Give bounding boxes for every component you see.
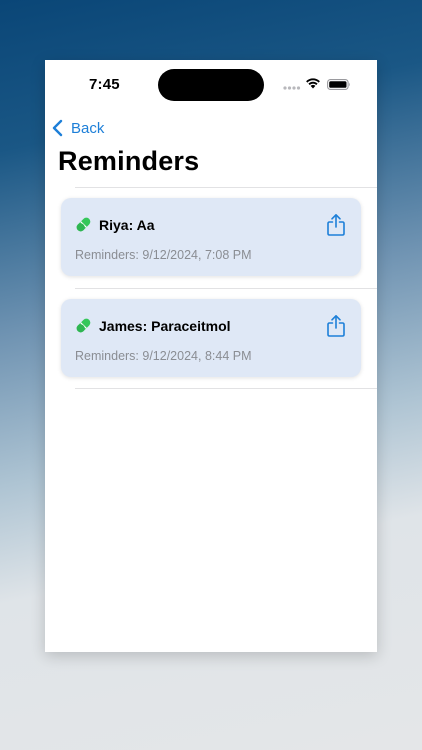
back-button[interactable]: Back <box>51 114 104 142</box>
status-time: 7:45 <box>89 76 120 93</box>
back-label: Back <box>71 119 105 137</box>
share-icon[interactable] <box>325 213 347 237</box>
chevron-left-icon <box>52 119 63 137</box>
wifi-icon <box>306 78 320 89</box>
reminder-card[interactable]: Riya: Aa Reminders: 9/12/2024, 7:08 PM <box>61 198 361 276</box>
list-separator <box>75 288 377 289</box>
pill-icon <box>76 217 91 232</box>
pill-icon <box>76 318 91 333</box>
reminder-title: Riya: Aa <box>99 217 155 233</box>
battery-icon <box>327 79 350 90</box>
share-icon[interactable] <box>325 314 347 338</box>
reminder-title: James: Paraceitmol <box>99 318 231 334</box>
page-title: Reminders <box>58 146 200 176</box>
cellular-signal-icon <box>283 86 301 90</box>
reminder-card[interactable]: James: Paraceitmol Reminders: 9/12/2024,… <box>61 299 361 377</box>
dynamic-island <box>158 69 264 101</box>
reminder-timestamp: Reminders: 9/12/2024, 7:08 PM <box>75 248 252 262</box>
list-separator <box>75 388 377 389</box>
phone-screen: 7:45 Back Reminders Riya: Aa Reminders: … <box>45 60 377 652</box>
list-separator <box>75 187 377 188</box>
reminder-timestamp: Reminders: 9/12/2024, 8:44 PM <box>75 349 252 363</box>
status-bar: 7:45 <box>45 60 377 108</box>
